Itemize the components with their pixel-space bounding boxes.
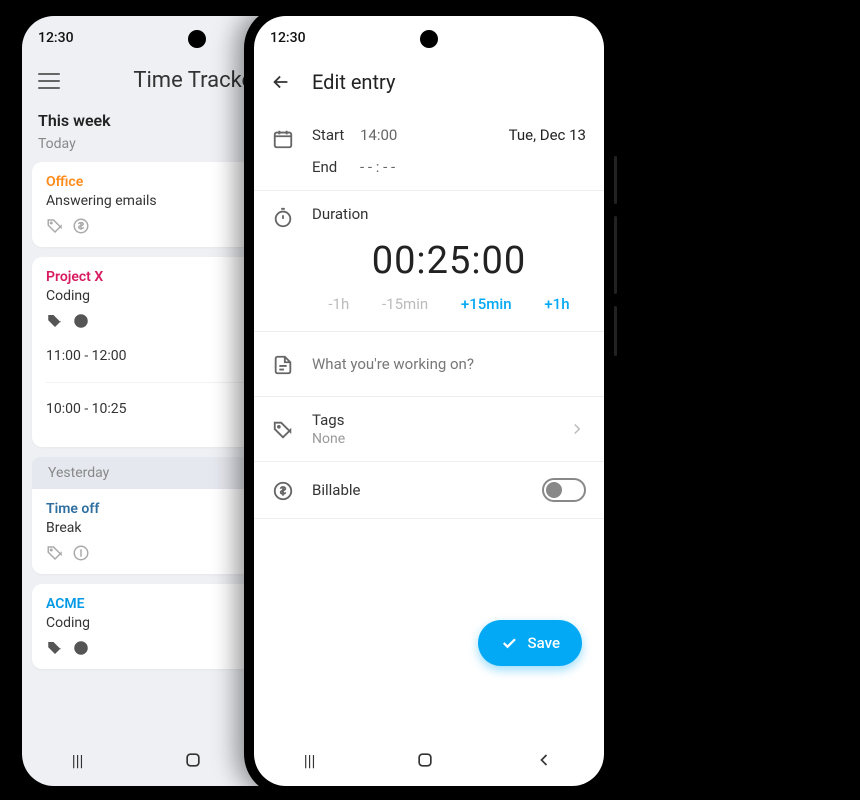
home-icon[interactable] [415,750,435,770]
duration-label: Duration [312,205,586,223]
tag-icon [272,419,294,441]
save-button[interactable]: Save [478,620,582,666]
date-value[interactable]: Tue, Dec 13 [440,126,586,144]
clock: 12:30 [38,30,74,46]
minus-15min-button[interactable]: -15min [382,295,428,313]
volume-up-button [614,156,617,204]
tags-value: None [312,431,550,447]
plus-15min-button[interactable]: +15min [461,295,512,313]
power-button [614,306,617,356]
edit-screen: 12:30 Edit entry Start 14:00 Tue, Dec 13… [254,16,604,786]
plus-1h-button[interactable]: +1h [544,295,569,313]
check-icon [500,634,518,652]
recents-icon[interactable]: ||| [72,751,84,770]
minus-1h-button[interactable]: -1h [328,295,349,313]
tag-icon [46,217,64,235]
home-icon[interactable] [183,750,203,770]
back-arrow-icon[interactable] [270,71,292,93]
dollar-icon [72,217,90,235]
end-label: End [312,158,360,176]
start-time[interactable]: 14:00 [360,126,440,144]
note-icon [272,354,294,376]
tags-row[interactable]: Tags None [254,397,604,462]
stopwatch-icon [272,207,294,229]
camera-hole [188,30,206,48]
description-row[interactable]: What you're working on? [254,332,604,397]
clock: 12:30 [270,30,306,46]
billable-label: Billable [312,481,524,499]
tag-icon [46,312,64,330]
volume-down-button [614,216,617,294]
description-placeholder: What you're working on? [312,355,474,373]
dollar-icon [72,312,90,330]
duration-value[interactable]: 00:25:00 [312,223,586,295]
recents-icon[interactable]: ||| [304,751,316,770]
dollar-icon [272,480,294,502]
tags-label: Tags [312,411,550,429]
save-label: Save [528,634,560,652]
chevron-right-icon [568,420,586,438]
billable-row[interactable]: Billable [254,462,604,519]
tag-icon [46,639,64,657]
phone-edit-view: 12:30 Edit entry Start 14:00 Tue, Dec 13… [244,6,614,796]
duration-row: Duration 00:25:00 -1h -15min +15min +1h [254,191,604,332]
camera-hole [420,30,438,48]
dollar-icon [72,639,90,657]
billable-toggle[interactable] [542,478,586,502]
back-icon[interactable] [534,750,554,770]
page-title: Edit entry [312,70,395,94]
calendar-icon [272,128,294,150]
start-end-row[interactable]: Start 14:00 Tue, Dec 13 End - - : - - [254,112,604,191]
end-time[interactable]: - - : - - [360,158,440,176]
dollar-icon [72,544,90,562]
android-nav-bar: ||| [254,734,604,786]
start-label: Start [312,126,360,144]
tag-icon [46,544,64,562]
